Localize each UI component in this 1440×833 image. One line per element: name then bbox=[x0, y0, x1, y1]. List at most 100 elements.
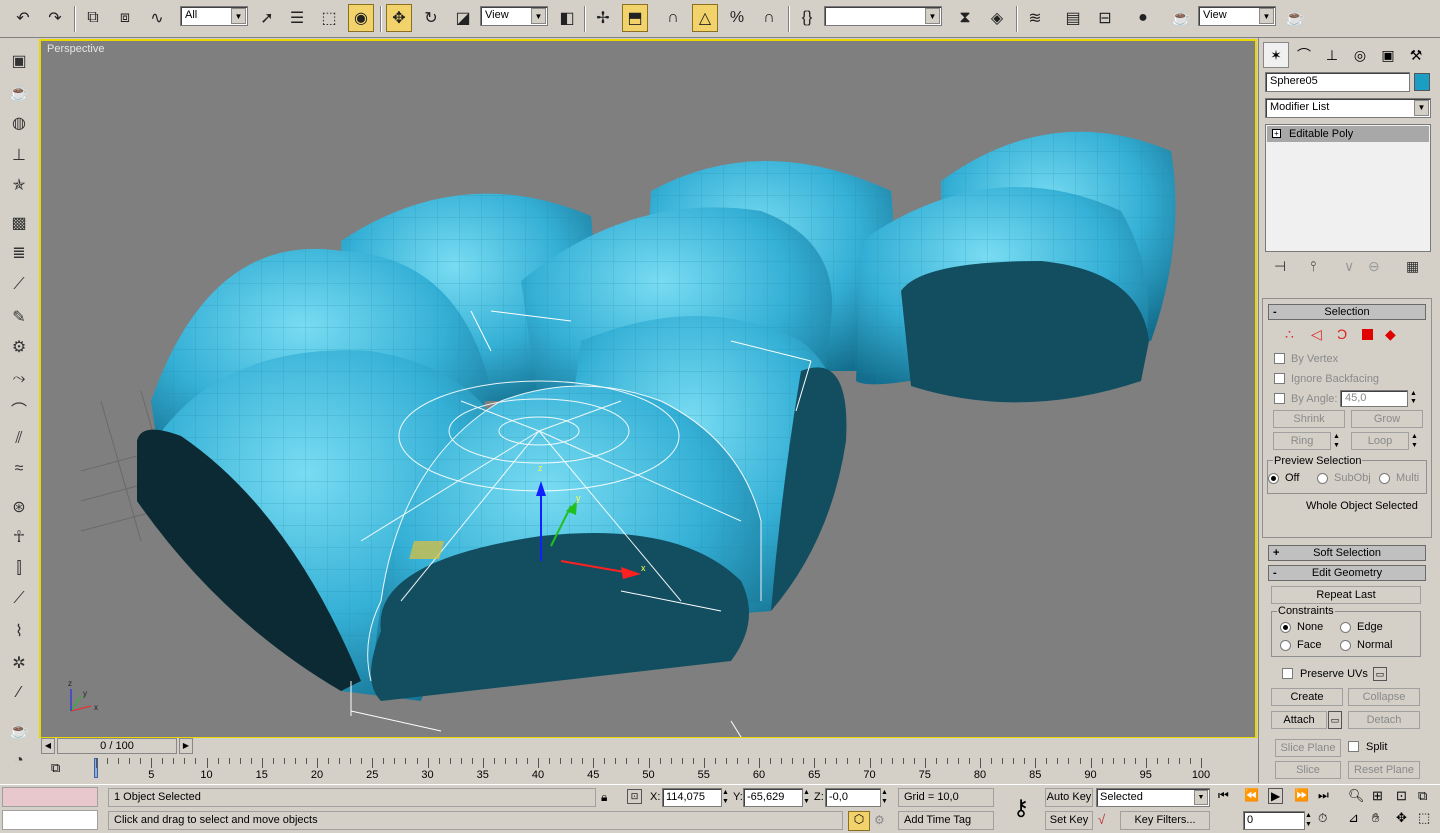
key-mode-dropdown[interactable]: Selected ▼ bbox=[1096, 788, 1210, 807]
repeat-last-button[interactable]: Repeat Last bbox=[1271, 586, 1421, 604]
manipulate-icon[interactable]: ✢ bbox=[590, 4, 616, 32]
keyboard-shortcut-icon[interactable]: ⬒ bbox=[622, 4, 648, 32]
window-crossing-icon[interactable]: ◉ bbox=[348, 4, 374, 32]
display-tab-icon[interactable]: ▣ bbox=[1375, 42, 1401, 68]
attach-list-icon[interactable]: ▭ bbox=[1328, 711, 1342, 729]
wave-icon[interactable]: ≈ bbox=[6, 456, 32, 482]
arc-rotate-icon[interactable]: ✥ bbox=[1396, 810, 1407, 826]
unlink-icon[interactable]: ⧈ bbox=[112, 4, 138, 32]
play-icon[interactable]: ▶ bbox=[1268, 788, 1284, 804]
stack-icon[interactable]: ≣ bbox=[6, 240, 32, 266]
z-spinner-icon[interactable]: ▲ ▼ bbox=[881, 788, 891, 807]
pin-stack-icon[interactable]: ⊣ bbox=[1274, 258, 1286, 275]
soft-selection-rollout-header[interactable]: + Soft Selection bbox=[1268, 545, 1426, 561]
tangent-icon[interactable]: √ bbox=[1098, 812, 1105, 827]
objects-icon[interactable]: ▣ bbox=[6, 48, 32, 74]
rotate-icon[interactable]: ↻ bbox=[418, 4, 444, 32]
mirror-icon[interactable]: ⧗ bbox=[952, 4, 978, 32]
lock-selection-icon[interactable]: 🔒︎ bbox=[601, 790, 607, 805]
stack-item-editable-poly[interactable]: + Editable Poly bbox=[1267, 126, 1429, 142]
named-selection-dropdown[interactable]: ▼ bbox=[824, 6, 942, 26]
hierarchy-tab-icon[interactable]: ⊥ bbox=[1319, 42, 1345, 68]
loop-button[interactable]: Loop bbox=[1351, 432, 1409, 450]
biped-icon[interactable]: ⊛ bbox=[6, 494, 32, 520]
reset-plane-button[interactable]: Reset Plane bbox=[1348, 761, 1420, 779]
object-color-swatch[interactable] bbox=[1414, 73, 1430, 91]
maxscript-listener[interactable] bbox=[2, 787, 98, 807]
current-frame-field[interactable]: 0 bbox=[1243, 811, 1305, 830]
ring-spinner-icon[interactable]: ▲ ▼ bbox=[1333, 432, 1345, 450]
shrink-button[interactable]: Shrink bbox=[1273, 410, 1345, 428]
clock-icon[interactable]: ◔ bbox=[6, 748, 32, 774]
material-editor-icon[interactable]: ● bbox=[1130, 4, 1156, 32]
create-button[interactable]: Create bbox=[1271, 688, 1343, 706]
y-coordinate-field[interactable]: -65,629 bbox=[743, 788, 803, 807]
slice-plane-button[interactable]: Slice Plane bbox=[1275, 739, 1341, 757]
move-icon[interactable]: ✥ bbox=[386, 4, 412, 32]
zoom-all-icon[interactable]: ⊞ bbox=[1372, 788, 1383, 804]
border-icon[interactable]: Ͻ bbox=[1337, 326, 1347, 342]
add-time-tag-button[interactable]: Add Time Tag bbox=[898, 811, 994, 830]
preserve-uvs-settings-icon[interactable]: ▭ bbox=[1373, 667, 1387, 681]
modify-tab-icon[interactable]: ⌒ bbox=[1291, 42, 1317, 68]
set-key-button[interactable]: Set Key bbox=[1045, 811, 1093, 830]
object-name-field[interactable]: Sphere05 bbox=[1265, 72, 1410, 92]
mix-icon[interactable]: ☕ bbox=[6, 718, 32, 744]
polygon-icon[interactable] bbox=[1362, 329, 1373, 340]
utilities-tab-icon[interactable]: ⚒ bbox=[1403, 42, 1429, 68]
expand-icon[interactable]: + bbox=[1272, 129, 1281, 138]
wind-icon[interactable]: ⤳ bbox=[6, 366, 32, 392]
preserve-uvs-checkbox[interactable] bbox=[1282, 668, 1293, 679]
configure-sets-icon[interactable]: ▦ bbox=[1406, 258, 1419, 275]
grow-button[interactable]: Grow bbox=[1351, 410, 1423, 428]
track-bar[interactable]: ⧉ 5 10 15 20 25 30 35 40 45 50 55 60 65 70 75 80 85 90 95 1… bbox=[39, 756, 1257, 784]
make-unique-icon[interactable]: ∨ bbox=[1344, 258, 1354, 275]
frame-spinner-icon[interactable]: ▲ ▼ bbox=[1305, 811, 1315, 830]
time-tag-icon[interactable]: ⚙ bbox=[874, 813, 885, 827]
align-icon[interactable]: ◈ bbox=[984, 4, 1010, 32]
bind-space-warp-icon[interactable]: ∿ bbox=[144, 4, 170, 32]
edit-named-selection-icon[interactable]: {} bbox=[794, 4, 820, 32]
select-icon[interactable]: ➚ bbox=[254, 4, 280, 32]
perspective-viewport[interactable]: x y z x y z Perspective bbox=[39, 39, 1257, 739]
auto-key-button[interactable]: Auto Key bbox=[1045, 788, 1093, 807]
field-of-view-icon[interactable]: ⊿ bbox=[1348, 810, 1359, 826]
previous-frame-icon[interactable]: ⏪ bbox=[1244, 788, 1259, 802]
wheel-icon[interactable]: ✲ bbox=[6, 650, 32, 676]
time-slider[interactable]: ◀ 0 / 100 ▶ bbox=[39, 738, 1257, 756]
render-scene-icon[interactable]: ☕ bbox=[1168, 4, 1194, 32]
zoom-extents-all-icon[interactable]: ⧉ bbox=[1418, 788, 1427, 804]
footstep-icon[interactable]: ⫿ bbox=[6, 556, 32, 582]
sphere-shell[interactable] bbox=[856, 187, 1149, 403]
go-to-end-icon[interactable]: ⏭ bbox=[1318, 788, 1329, 803]
constraint-none-radio[interactable] bbox=[1280, 622, 1291, 633]
time-config-icon[interactable]: ⏱ bbox=[1318, 811, 1327, 826]
collapse-button[interactable]: Collapse bbox=[1348, 688, 1420, 706]
paint-icon[interactable]: ✎ bbox=[6, 304, 32, 330]
snap-3d-icon[interactable]: ∩ bbox=[660, 4, 686, 32]
absolute-mode-icon[interactable]: ⊡ bbox=[627, 789, 642, 804]
slice-button[interactable]: Slice bbox=[1275, 761, 1341, 779]
pivot-center-icon[interactable]: ◧ bbox=[554, 4, 580, 32]
figure-icon[interactable]: ☥ bbox=[6, 524, 32, 550]
time-slider-thumb[interactable]: 0 / 100 bbox=[57, 738, 177, 754]
edit-geometry-rollout-header[interactable]: - Edit Geometry bbox=[1268, 565, 1426, 581]
rect-region-icon[interactable]: ⬚ bbox=[316, 4, 342, 32]
key-filters-button[interactable]: Key Filters... bbox=[1120, 811, 1210, 830]
zoom-icon[interactable]: 🔍︎ bbox=[1348, 788, 1365, 804]
select-link-icon[interactable]: ⧉ bbox=[80, 4, 106, 32]
edge-icon[interactable]: ◁ bbox=[1311, 326, 1322, 343]
quick-render-icon[interactable]: ☕ bbox=[1282, 4, 1308, 32]
redo-icon[interactable]: ↷ bbox=[42, 4, 68, 32]
ring-button[interactable]: Ring bbox=[1273, 432, 1331, 450]
chevron-left-icon[interactable]: ◀ bbox=[41, 738, 55, 754]
ref-coord-dropdown[interactable]: View ▼ bbox=[480, 6, 548, 26]
selection-rollout-header[interactable]: - Selection bbox=[1268, 304, 1426, 320]
spinner-snap-icon[interactable]: ∩ bbox=[756, 4, 782, 32]
percent-snap-icon[interactable]: % bbox=[724, 4, 750, 32]
viewport-label[interactable]: Perspective bbox=[47, 43, 104, 55]
by-angle-checkbox[interactable] bbox=[1274, 393, 1285, 404]
preview-subobj-radio[interactable] bbox=[1317, 473, 1328, 484]
constraint-face-radio[interactable] bbox=[1280, 640, 1291, 651]
sphere-icon[interactable]: ◍ bbox=[6, 110, 32, 136]
